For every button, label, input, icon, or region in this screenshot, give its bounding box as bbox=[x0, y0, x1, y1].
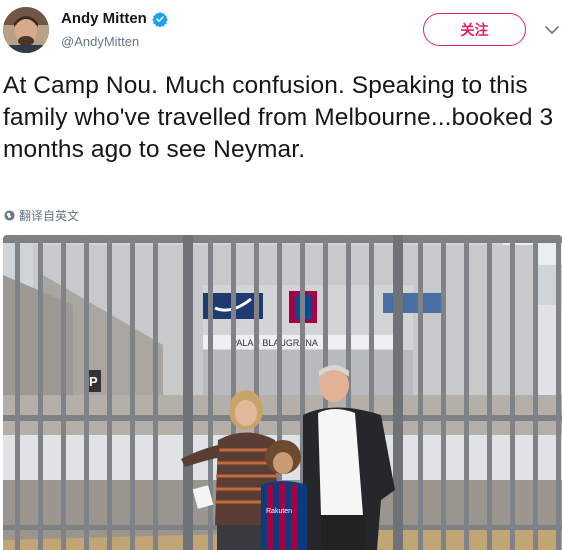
parking-sign: P bbox=[89, 374, 98, 389]
tweet-header: Andy Mitten @AndyMitten 关注 bbox=[0, 0, 562, 64]
avatar[interactable] bbox=[3, 7, 49, 53]
child-figure: Rakuten bbox=[261, 440, 307, 550]
follow-button[interactable]: 关注 bbox=[423, 13, 526, 46]
tweet-photo[interactable]: PALAU BLAUGRANA P Rakuten bbox=[3, 235, 562, 550]
display-name[interactable]: Andy Mitten bbox=[61, 10, 147, 27]
name-row: Andy Mitten bbox=[61, 10, 168, 27]
translate-link[interactable]: 翻译自英文 bbox=[4, 207, 79, 224]
tweet-text: At Camp Nou. Much confusion. Speaking to… bbox=[3, 72, 554, 163]
translate-label: 翻译自英文 bbox=[19, 209, 80, 223]
globe-icon bbox=[4, 210, 15, 221]
chevron-down-icon[interactable] bbox=[544, 24, 560, 36]
photo-image: PALAU BLAUGRANA P Rakuten bbox=[3, 235, 562, 550]
verified-badge-icon bbox=[152, 11, 168, 27]
shirt-text: Rakuten bbox=[266, 508, 292, 515]
avatar-image bbox=[3, 7, 49, 53]
user-handle[interactable]: @AndyMitten bbox=[61, 34, 139, 49]
